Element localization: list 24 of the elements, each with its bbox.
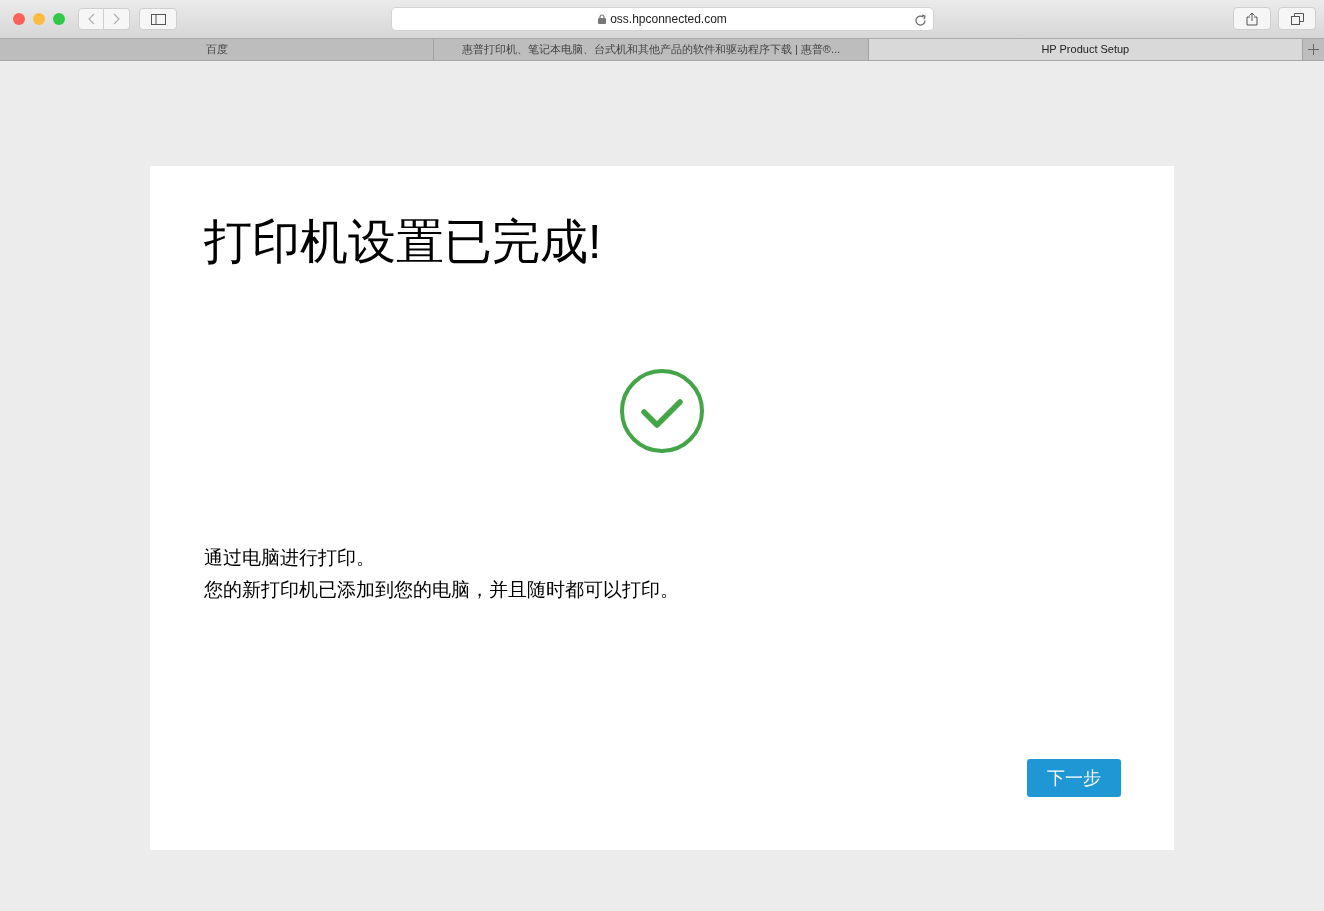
tabs-icon (1290, 12, 1304, 25)
minimize-button[interactable] (33, 13, 45, 25)
page-title: 打印机设置已完成! (204, 214, 602, 270)
maximize-button[interactable] (53, 13, 65, 25)
close-button[interactable] (13, 13, 25, 25)
message-text: 您的新打印机已添加到您的电脑，并且随时都可以打印。 (204, 578, 679, 602)
address-text: oss.hpconnected.com (610, 11, 727, 28)
address-bar[interactable]: oss.hpconnected.com (391, 7, 934, 31)
back-icon (87, 13, 95, 25)
forward-icon (113, 13, 120, 25)
share-button[interactable] (1233, 7, 1271, 30)
plus-icon (1308, 44, 1319, 55)
next-button[interactable]: 下一步 (1027, 759, 1121, 797)
message-text: 通过电脑进行打印。 (204, 546, 376, 570)
tabs-button[interactable] (1278, 7, 1316, 30)
sidebar-button[interactable] (139, 8, 177, 30)
share-icon (1246, 11, 1258, 26)
browser-tab[interactable]: HP Product Setup (867, 39, 1302, 60)
lock-icon (598, 14, 607, 24)
sidebar-icon (150, 13, 166, 25)
forward-button[interactable] (104, 8, 130, 30)
reload-icon[interactable] (915, 12, 927, 26)
check-circle-icon (619, 368, 705, 454)
back-button[interactable] (78, 8, 104, 30)
